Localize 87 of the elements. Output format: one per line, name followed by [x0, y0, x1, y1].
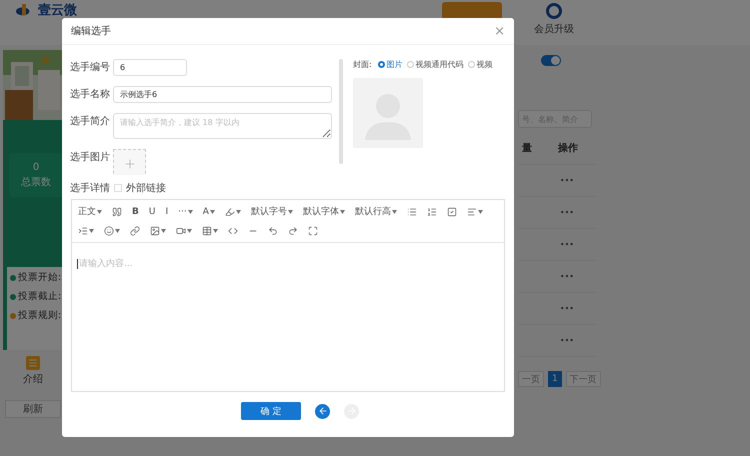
text-area[interactable]: 请输入选手简介，建议 18 字以内 — [113, 113, 332, 139]
caret-icon — [97, 210, 102, 214]
more-button[interactable]: ••• — [560, 336, 574, 345]
caret-icon — [210, 210, 215, 214]
refresh-button[interactable]: 刷新 — [5, 400, 61, 418]
column-header: 操作 — [558, 142, 578, 155]
toolbar-button[interactable] — [76, 226, 96, 236]
caret-icon — [161, 228, 166, 232]
video-icon — [176, 226, 186, 236]
toolbar-button[interactable] — [226, 226, 240, 236]
more-button[interactable]: ••• — [560, 272, 574, 281]
more-button[interactable]: ••• — [560, 304, 574, 313]
field-label: 选手简介 — [70, 114, 111, 129]
checkbox[interactable] — [114, 184, 122, 192]
arrow-left-icon — [318, 406, 328, 416]
input-field[interactable]: 示例选手6 — [113, 86, 332, 103]
fullscreen-icon — [308, 226, 318, 236]
input-field[interactable]: 6 — [113, 59, 187, 76]
stat-label: 总票数 — [21, 176, 51, 188]
close-button[interactable]: × — [494, 24, 505, 38]
indent-icon — [78, 226, 88, 236]
toolbar-button[interactable]: 默认字号 — [248, 205, 295, 218]
caret-icon — [340, 210, 345, 214]
quote-icon — [112, 206, 122, 216]
caret-icon — [188, 210, 193, 214]
toolbar-button[interactable] — [174, 226, 194, 236]
cover-label: 封面: — [353, 59, 372, 70]
toolbar-button[interactable] — [148, 226, 168, 236]
radio-option[interactable]: 视频 — [468, 59, 493, 70]
tab-label[interactable]: 介绍 — [23, 372, 43, 386]
table-icon — [202, 226, 212, 236]
toolbar-button[interactable]: ··· — [176, 206, 195, 216]
caret-icon — [288, 210, 293, 214]
toolbar-button[interactable]: 正文 — [76, 205, 104, 218]
field-label: 选手编号 — [70, 60, 111, 75]
more-button[interactable]: ••• — [560, 176, 574, 185]
page-button[interactable]: 1 — [548, 371, 562, 387]
column-header: 量 — [522, 142, 532, 155]
caret-icon — [213, 228, 218, 232]
stat-value: 0 — [32, 162, 40, 172]
caret-icon — [478, 210, 483, 214]
toolbar-button[interactable]: B — [130, 206, 141, 216]
numbered-list-icon — [426, 206, 437, 216]
logo-text: 壹云微 — [38, 3, 77, 18]
toolbar-button[interactable] — [200, 226, 220, 236]
upgrade-label[interactable]: 会员升级 — [534, 22, 574, 36]
highlighter-icon — [224, 206, 235, 216]
toolbar-button[interactable]: U — [146, 206, 158, 216]
more-button[interactable]: ••• — [560, 208, 574, 217]
toolbar-button[interactable]: A — [200, 206, 217, 216]
undo-icon — [268, 226, 278, 236]
caret-icon — [236, 210, 241, 214]
avatar-placeholder — [353, 78, 423, 148]
field-label: 选手名称 — [70, 88, 111, 102]
toolbar-button[interactable] — [110, 206, 124, 216]
dialog-title: 编辑选手 — [71, 24, 111, 38]
toolbar-button[interactable]: I — [163, 206, 170, 216]
radio-option[interactable]: 视频通用代码 — [406, 59, 464, 70]
field-label: 选手详情 — [70, 182, 110, 195]
toolbar-button[interactable]: 默认字体 — [300, 205, 347, 218]
confirm-button[interactable]: 确 定 — [241, 402, 301, 420]
field-label: 选手图片 — [70, 150, 111, 165]
toolbar-button[interactable] — [102, 226, 122, 236]
caret-icon — [187, 228, 192, 232]
code-icon — [228, 226, 238, 236]
list-icon — [28, 358, 38, 368]
info-label: 投票规则: — [18, 309, 62, 322]
checkbox-list-icon — [446, 206, 457, 216]
toolbar-button[interactable] — [306, 226, 320, 236]
redo-icon — [288, 226, 298, 236]
plus-icon — [122, 157, 136, 171]
previous-button[interactable] — [315, 404, 330, 418]
more-button[interactable]: ••• — [560, 240, 574, 249]
toolbar-button[interactable]: 默认行高 — [352, 205, 399, 218]
link-icon — [130, 226, 140, 236]
toolbar-button[interactable] — [128, 226, 142, 236]
caret-icon — [89, 228, 94, 232]
align-icon — [466, 206, 477, 216]
caret-icon — [392, 210, 397, 214]
checkbox-label[interactable]: 外部链接 — [126, 181, 166, 195]
caret-icon — [115, 228, 120, 232]
info-label: 投票截止: — [18, 290, 62, 303]
radio-option[interactable]: 图片 — [378, 59, 403, 70]
toggle-switch[interactable] — [541, 55, 561, 66]
smiley-icon — [104, 226, 114, 236]
info-label: 投票开始: — [18, 271, 62, 284]
image-icon — [150, 226, 160, 236]
